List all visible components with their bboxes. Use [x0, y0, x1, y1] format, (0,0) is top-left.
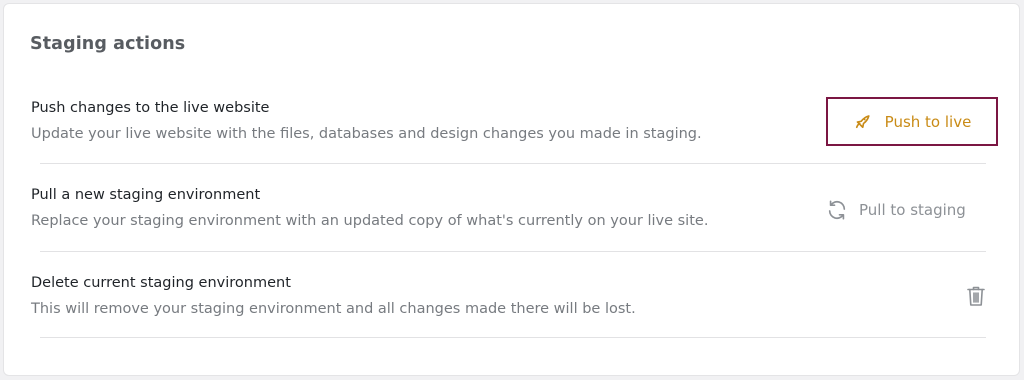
push-to-live-row: Push changes to the live website Update … [31, 84, 998, 164]
section-title: Staging actions [30, 34, 186, 54]
push-action-title: Push changes to the live website [31, 100, 270, 116]
delete-action-description: This will remove your staging environmen… [31, 301, 636, 317]
push-to-live-label: Push to live [884, 112, 972, 131]
trash-icon [966, 285, 986, 311]
delete-staging-button[interactable] [965, 286, 987, 310]
push-to-live-button[interactable]: Push to live [826, 97, 998, 146]
staging-actions-card: Staging actions Push changes to the live… [3, 3, 1020, 376]
pull-action-description: Replace your staging environment with an… [31, 213, 709, 229]
delete-staging-row: Delete current staging environment This … [31, 252, 987, 338]
pull-to-staging-row: Pull a new staging environment Replace y… [31, 164, 986, 252]
rocket-icon [853, 113, 871, 131]
delete-action-title: Delete current staging environment [31, 275, 291, 291]
pull-to-staging-label: Pull to staging [859, 201, 966, 219]
pull-action-title: Pull a new staging environment [31, 187, 261, 203]
pull-to-staging-button[interactable]: Pull to staging [826, 198, 966, 222]
push-action-description: Update your live website with the files,… [31, 126, 702, 142]
refresh-icon [826, 199, 848, 221]
